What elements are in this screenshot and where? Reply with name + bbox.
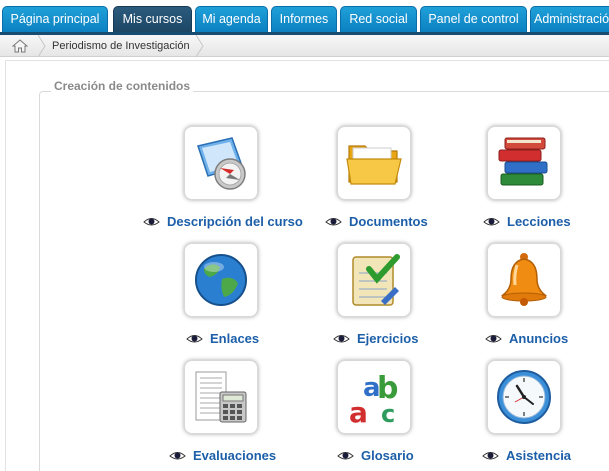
exercises-link[interactable]: Ejercicios [333, 331, 418, 347]
eye-icon[interactable] [143, 216, 160, 227]
globe-icon [195, 254, 247, 306]
course-description-label: Descripción del curso [167, 214, 303, 229]
announcements-label: Anuncios [509, 331, 569, 346]
exercises-tile[interactable] [337, 243, 411, 317]
documents-link[interactable]: Documentos [325, 214, 428, 230]
calculator-icon [195, 371, 247, 423]
exercise-checklist-icon [352, 254, 400, 306]
course-description-link[interactable]: Descripción del curso [143, 214, 303, 230]
eye-icon[interactable] [483, 216, 500, 227]
lessons-label: Lecciones [507, 214, 571, 229]
svg-text:c: c [381, 400, 395, 428]
eye-icon[interactable] [482, 450, 499, 461]
section-title: Creación de contenidos [51, 79, 194, 93]
books-icon [498, 137, 548, 186]
main-nav-tabs: Página principal Mis cursos Mi agenda In… [0, 0, 609, 35]
abc-icon: a b a c [349, 371, 398, 428]
lessons-tile[interactable] [487, 126, 561, 200]
eye-icon[interactable] [169, 450, 186, 461]
assessments-link[interactable]: Evaluaciones [169, 448, 276, 464]
eye-icon[interactable] [325, 216, 342, 227]
documents-tile[interactable] [337, 126, 411, 200]
glossary-link[interactable]: Glosario [337, 448, 414, 464]
tab-mi-agenda[interactable]: Mi agenda [195, 6, 268, 33]
announcements-link[interactable]: Anuncios [485, 331, 568, 347]
folder-icon [346, 145, 402, 185]
exercises-label: Ejercicios [357, 331, 419, 346]
links-link[interactable]: Enlaces [186, 331, 259, 347]
clock-icon [497, 370, 551, 424]
tab-administracion[interactable]: Administración [530, 6, 609, 33]
attendance-label: Asistencia [506, 448, 572, 463]
assessments-tile[interactable] [184, 360, 258, 434]
tab-mis-cursos[interactable]: Mis cursos [113, 6, 192, 33]
svg-text:a: a [349, 396, 368, 428]
eye-icon[interactable] [333, 333, 350, 344]
course-description-tile[interactable] [184, 126, 258, 200]
breadcrumb-separator-icon [38, 35, 46, 57]
attendance-tile[interactable] [487, 360, 561, 434]
links-tile[interactable] [184, 243, 258, 317]
documents-label: Documentos [349, 214, 428, 229]
glossary-tile[interactable]: a b a c [337, 360, 411, 434]
assessments-label: Evaluaciones [193, 448, 277, 463]
tab-panel-de-control[interactable]: Panel de control [420, 6, 527, 33]
links-label: Enlaces [210, 331, 260, 346]
eye-icon[interactable] [485, 333, 502, 344]
eye-icon[interactable] [186, 333, 203, 344]
course-description-icon [197, 137, 246, 190]
bell-icon [500, 253, 548, 306]
tab-red-social[interactable]: Red social [340, 6, 417, 33]
breadcrumb-separator-icon [196, 35, 204, 57]
attendance-link[interactable]: Asistencia [482, 448, 571, 464]
home-icon[interactable] [12, 39, 28, 53]
announcements-tile[interactable] [487, 243, 561, 317]
tab-pagina-principal[interactable]: Página principal [2, 6, 108, 33]
breadcrumb: Periodismo de Investigación [0, 35, 609, 57]
glossary-label: Glosario [361, 448, 414, 463]
tab-informes[interactable]: Informes [271, 6, 337, 33]
lessons-link[interactable]: Lecciones [483, 214, 571, 230]
breadcrumb-course[interactable]: Periodismo de Investigación [52, 35, 190, 57]
eye-icon[interactable] [337, 450, 354, 461]
